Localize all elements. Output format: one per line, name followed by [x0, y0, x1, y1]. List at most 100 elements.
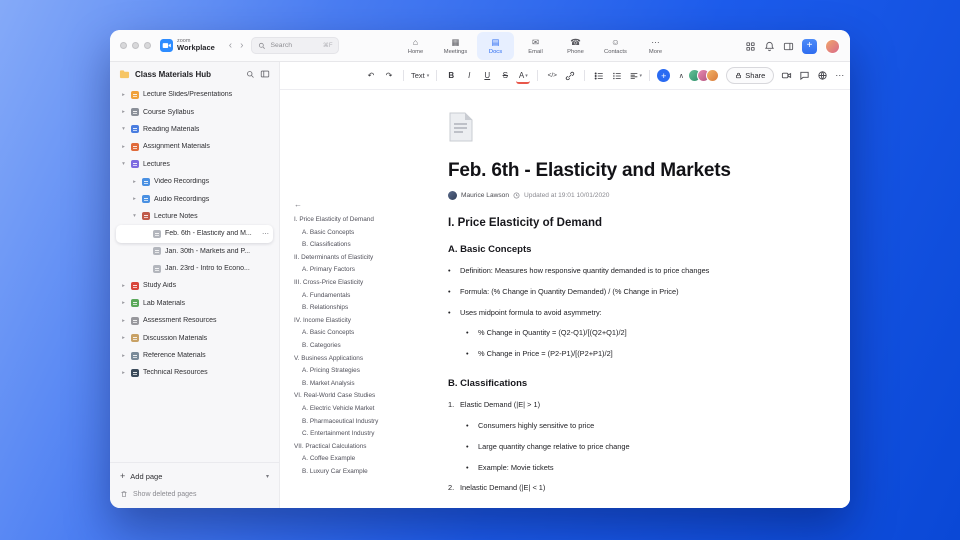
globe-language-icon[interactable]: [817, 70, 828, 81]
text-style-dropdown[interactable]: Text ▾: [411, 68, 429, 84]
zoom-window-button[interactable]: [144, 42, 151, 49]
outline-item[interactable]: A. Basic Concepts: [294, 229, 394, 236]
collaborator-avatars[interactable]: [688, 69, 720, 82]
chevron-icon[interactable]: [131, 196, 138, 202]
list-item[interactable]: • Large quantity change relative to pric…: [448, 442, 786, 451]
bullet-item[interactable]: • Formula: (% Change in Quantity Demande…: [448, 287, 786, 296]
new-item-plus-button[interactable]: +: [802, 38, 817, 54]
numbered-list-button[interactable]: [610, 68, 624, 84]
nav-tab[interactable]: ⌂ Home: [397, 32, 434, 60]
heading-basic-concepts[interactable]: A. Basic Concepts: [448, 244, 786, 255]
list-item[interactable]: • Example: Movie tickets: [448, 463, 786, 472]
outline-item[interactable]: C. Entertainment Industry: [294, 430, 394, 437]
document-body[interactable]: Feb. 6th - Elasticity and Markets Mauric…: [448, 90, 786, 504]
list-item[interactable]: 1. Elastic Demand (|E| > 1): [448, 400, 786, 409]
outline-item[interactable]: VI. Real-World Case Studies: [294, 392, 394, 399]
sidebar-item[interactable]: Lecture Notes ⋯: [116, 208, 273, 225]
bold-button[interactable]: B: [444, 68, 458, 84]
font-color-button[interactable]: A ▾: [516, 70, 531, 84]
chevron-icon[interactable]: [120, 92, 127, 98]
outline-item[interactable]: VII. Practical Calculations: [294, 443, 394, 450]
link-button[interactable]: [563, 68, 577, 84]
outline-item[interactable]: A. Electric Vehicle Market: [294, 405, 394, 412]
minimize-window-button[interactable]: [132, 42, 139, 49]
outline-item[interactable]: I. Price Elasticity of Demand: [294, 216, 394, 223]
sidebar-item[interactable]: Reference Materials ⋯: [116, 347, 273, 364]
sidebar-item[interactable]: Technical Resources ⋯: [116, 364, 273, 381]
chevron-icon[interactable]: [131, 213, 138, 219]
back-button[interactable]: ‹: [225, 40, 236, 51]
outline-item[interactable]: II. Determinants of Elasticity: [294, 254, 394, 261]
bullet-item[interactable]: • Uses midpoint formula to avoid asymmet…: [448, 308, 786, 317]
sidebar-item[interactable]: Course Syllabus ⋯: [116, 103, 273, 120]
collapse-toolbar-icon[interactable]: ∧: [674, 68, 688, 84]
outline-item[interactable]: A. Basic Concepts: [294, 329, 394, 336]
sidebar-item[interactable]: Reading Materials ⋯: [116, 121, 273, 138]
bulleted-list-button[interactable]: [592, 68, 606, 84]
forward-button[interactable]: ›: [236, 40, 247, 51]
collapse-outline-icon[interactable]: ←: [294, 200, 394, 209]
outline-item[interactable]: B. Relationships: [294, 304, 394, 311]
more-options-icon[interactable]: ⋯: [835, 70, 844, 81]
italic-button[interactable]: I: [462, 68, 476, 84]
sidebar-item[interactable]: Assessment Resources ⋯: [116, 312, 273, 329]
outline-item[interactable]: A. Fundamentals: [294, 292, 394, 299]
chevron-icon[interactable]: [120, 109, 127, 115]
comments-icon[interactable]: [799, 70, 810, 81]
nav-tab[interactable]: ⋯ More: [637, 32, 674, 60]
bullet-item[interactable]: • % Change in Quantity = (Q2-Q1)/[(Q2+Q1…: [448, 328, 786, 337]
show-deleted-pages-button[interactable]: Show deleted pages: [120, 490, 269, 498]
sidebar-item[interactable]: Video Recordings ⋯: [116, 173, 273, 190]
chevron-icon[interactable]: [120, 300, 127, 306]
code-button[interactable]: </>: [545, 68, 559, 84]
sidebar-item[interactable]: Lecture Slides/Presentations ⋯: [116, 86, 273, 103]
add-page-button[interactable]: + Add page ▾: [120, 471, 269, 481]
sidebar-item[interactable]: Audio Recordings ⋯: [116, 190, 273, 207]
sidebar-item[interactable]: Jan. 30th - Markets and P... ⋯: [116, 243, 273, 260]
notifications-bell-icon[interactable]: [764, 41, 775, 52]
nav-tab[interactable]: ✉ Email: [517, 32, 554, 60]
chevron-icon[interactable]: [120, 126, 127, 132]
outline-item[interactable]: B. Pharmaceutical Industry: [294, 418, 394, 425]
align-button[interactable]: ▾: [628, 68, 642, 84]
underline-button[interactable]: U: [480, 68, 494, 84]
sidebar-item[interactable]: Feb. 6th - Elasticity and M... ⋯: [116, 225, 273, 243]
add-page-caret-icon[interactable]: ▾: [266, 473, 269, 480]
sidebar-item[interactable]: Jan. 23rd - Intro to Econo... ⋯: [116, 260, 273, 277]
item-more-icon[interactable]: ⋯: [262, 230, 269, 238]
sidebar-item[interactable]: Assignment Materials ⋯: [116, 138, 273, 155]
outline-item[interactable]: III. Cross-Price Elasticity: [294, 279, 394, 286]
sidebar-item[interactable]: Lectures ⋯: [116, 156, 273, 173]
redo-button[interactable]: ↷: [382, 68, 396, 84]
outline-item[interactable]: A. Primary Factors: [294, 266, 394, 273]
sidebar-item[interactable]: Lab Materials ⋯: [116, 295, 273, 312]
chevron-icon[interactable]: [131, 179, 138, 185]
sidebar-search-icon[interactable]: [246, 70, 255, 79]
strikethrough-button[interactable]: S: [498, 68, 512, 84]
chevron-icon[interactable]: [120, 370, 127, 376]
insert-block-button[interactable]: +: [657, 69, 671, 82]
chevron-icon[interactable]: [120, 335, 127, 341]
chevron-icon[interactable]: [120, 161, 127, 167]
outline-item[interactable]: B. Market Analysis: [294, 380, 394, 387]
outline-item[interactable]: V. Business Applications: [294, 355, 394, 362]
video-camera-icon[interactable]: [781, 70, 792, 81]
outline-item[interactable]: B. Categories: [294, 342, 394, 349]
outline-item[interactable]: A. Pricing Strategies: [294, 367, 394, 374]
nav-tab[interactable]: ▤ Docs: [477, 32, 514, 60]
sidebar-toggle-icon[interactable]: [783, 41, 794, 52]
list-item[interactable]: • Consumers highly sensitive to price: [448, 421, 786, 430]
outline-item[interactable]: A. Coffee Example: [294, 455, 394, 462]
chevron-icon[interactable]: [120, 318, 127, 324]
undo-button[interactable]: ↶: [364, 68, 378, 84]
nav-tab[interactable]: ▦ Meetings: [437, 32, 474, 60]
document-title[interactable]: Feb. 6th - Elasticity and Markets: [448, 160, 786, 182]
outline-item[interactable]: B. Luxury Car Example: [294, 468, 394, 475]
collapse-sidebar-icon[interactable]: [260, 69, 270, 79]
apps-grid-icon[interactable]: [745, 41, 756, 52]
heading-classifications[interactable]: B. Classifications: [448, 378, 786, 389]
sidebar-item[interactable]: Discussion Materials ⋯: [116, 329, 273, 346]
chevron-icon[interactable]: [120, 144, 127, 150]
user-avatar[interactable]: [825, 38, 840, 54]
sidebar-item[interactable]: Study Aids ⋯: [116, 277, 273, 294]
